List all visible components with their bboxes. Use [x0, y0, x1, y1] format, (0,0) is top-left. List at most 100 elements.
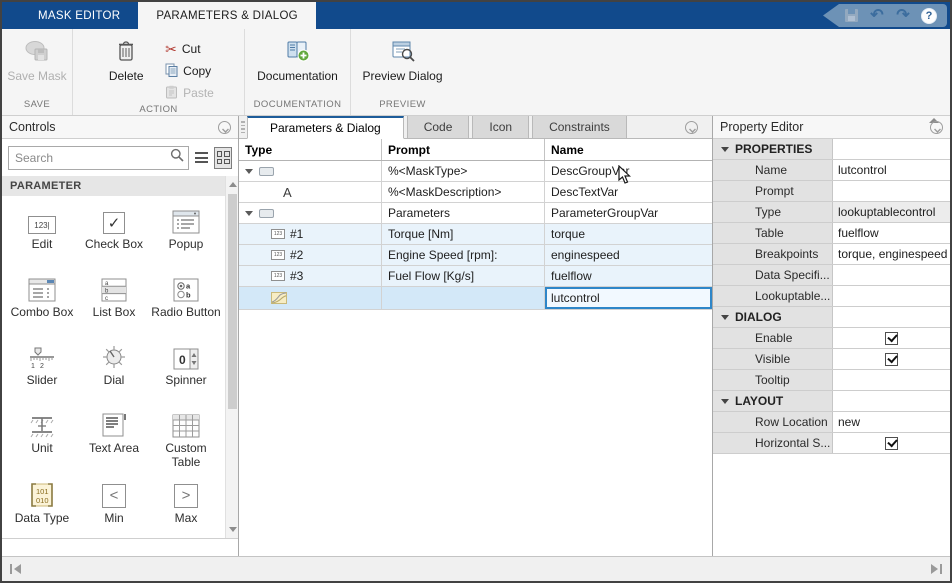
property-row-tooltip[interactable]: Tooltip	[713, 370, 950, 391]
collapse-left-panel-icon[interactable]	[10, 564, 21, 574]
property-value[interactable]	[833, 286, 950, 306]
column-header-type[interactable]: Type	[239, 139, 382, 160]
delete-button[interactable]: Delete	[97, 33, 155, 85]
parameter-section-header[interactable]: PARAMETER	[2, 176, 225, 196]
property-value[interactable]: lutcontrol	[833, 160, 950, 180]
property-row-table[interactable]: Table fuelflow	[713, 223, 950, 244]
tab-parameters-dialog[interactable]: PARAMETERS & DIALOG	[138, 2, 316, 29]
collapse-triangle-icon[interactable]	[245, 210, 253, 216]
property-value[interactable]: fuelflow	[833, 223, 950, 243]
control-spinner[interactable]: 0 Spinner	[150, 342, 222, 400]
property-row-type[interactable]: Type lookuptablecontrol	[713, 202, 950, 223]
section-layout[interactable]: LAYOUT	[713, 391, 950, 412]
property-row-breakpoints[interactable]: Breakpoints torque, enginespeed	[713, 244, 950, 265]
tab-parameters-and-dialog[interactable]: Parameters & Dialog	[247, 116, 404, 139]
collapse-panel-icon[interactable]	[930, 120, 943, 134]
undo-icon[interactable]: ↶	[869, 7, 885, 24]
cell-name[interactable]: fuelflow	[545, 266, 712, 286]
property-row-data-specification[interactable]: Data Specifi...	[713, 265, 950, 286]
cell-prompt[interactable]: Torque [Nm]	[382, 224, 545, 244]
checkbox-checked[interactable]	[885, 331, 898, 345]
table-row-torque[interactable]: 123 #1 Torque [Nm] torque	[239, 224, 712, 245]
property-value[interactable]	[833, 370, 950, 390]
drag-grip-icon[interactable]	[239, 116, 247, 138]
property-row-visible[interactable]: Visible	[713, 349, 950, 370]
property-row-prompt[interactable]: Prompt	[713, 181, 950, 202]
help-icon[interactable]: ?	[921, 7, 937, 24]
property-row-horizontal-stretch[interactable]: Horizontal S...	[713, 433, 950, 454]
control-dial[interactable]: Dial	[78, 342, 150, 400]
property-row-name[interactable]: Name lutcontrol	[713, 160, 950, 181]
cell-name-editing[interactable]: lutcontrol	[545, 287, 712, 309]
control-radio-button[interactable]: ab Radio Button	[150, 274, 222, 332]
section-properties[interactable]: PROPERTIES	[713, 139, 950, 160]
preview-dialog-button[interactable]: Preview Dialog	[357, 33, 448, 85]
table-row-lutcontrol[interactable]: lutcontrol	[239, 287, 712, 310]
table-row-desc-text[interactable]: A %<MaskDescription> DescTextVar	[239, 182, 712, 203]
search-input[interactable]	[15, 150, 170, 165]
save-icon[interactable]	[843, 8, 859, 24]
section-collapse-icon[interactable]	[721, 398, 729, 404]
copy-button[interactable]: Copy	[159, 60, 220, 82]
control-combo-box[interactable]: Combo Box	[6, 274, 78, 332]
property-value[interactable]: torque, enginespeed	[833, 244, 950, 264]
property-row-lookuptable[interactable]: Lookuptable...	[713, 286, 950, 307]
property-value[interactable]: new	[833, 412, 950, 432]
cell-name[interactable]: ParameterGroupVar	[545, 203, 712, 223]
cell-prompt[interactable]: Parameters	[382, 203, 545, 223]
grid-view-button[interactable]	[214, 146, 232, 169]
scroll-down-icon[interactable]	[226, 523, 238, 536]
cell-name[interactable]: enginespeed	[545, 245, 712, 265]
collapse-panel-icon[interactable]	[218, 120, 231, 134]
cell-name[interactable]: torque	[545, 224, 712, 244]
tab-icon[interactable]: Icon	[472, 116, 530, 138]
paste-button[interactable]: Paste	[159, 82, 220, 104]
control-data-type[interactable]: 101 010 Data Type	[6, 480, 78, 538]
documentation-button[interactable]: Documentation	[251, 33, 344, 85]
collapse-right-panel-icon[interactable]	[931, 564, 942, 574]
collapse-triangle-icon[interactable]	[245, 168, 253, 174]
cell-prompt[interactable]: %<MaskDescription>	[382, 182, 545, 202]
control-list-box[interactable]: abc List Box	[78, 274, 150, 332]
cell-prompt[interactable]: Engine Speed [rpm]:	[382, 245, 545, 265]
table-row-fuelflow[interactable]: 123 #3 Fuel Flow [Kg/s] fuelflow	[239, 266, 712, 287]
cell-prompt[interactable]: %<MaskType>	[382, 161, 545, 181]
collapse-toolstrip-icon[interactable]	[929, 101, 942, 123]
tab-code[interactable]: Code	[406, 116, 470, 138]
tab-mask-editor[interactable]: MASK EDITOR	[20, 2, 138, 29]
section-collapse-icon[interactable]	[721, 146, 729, 152]
control-min[interactable]: < Min	[78, 480, 150, 538]
control-unit[interactable]: Unit	[6, 410, 78, 470]
column-header-name[interactable]: Name	[545, 139, 712, 160]
checkbox-checked[interactable]	[885, 352, 898, 366]
property-row-row-location[interactable]: Row Location new	[713, 412, 950, 433]
property-row-enable[interactable]: Enable	[713, 328, 950, 349]
column-header-prompt[interactable]: Prompt	[382, 139, 545, 160]
cell-prompt[interactable]	[382, 287, 545, 309]
control-popup[interactable]: Popup	[150, 206, 222, 264]
section-dialog[interactable]: DIALOG	[713, 307, 950, 328]
controls-scrollbar[interactable]	[225, 176, 238, 538]
table-row-enginespeed[interactable]: 123 #2 Engine Speed [rpm]: enginespeed	[239, 245, 712, 266]
cell-prompt[interactable]: Fuel Flow [Kg/s]	[382, 266, 545, 286]
control-check-box[interactable]: ✓ Check Box	[78, 206, 150, 264]
scroll-up-icon[interactable]	[226, 178, 238, 191]
property-value[interactable]	[833, 181, 950, 201]
cut-button[interactable]: ✂ Cut	[159, 38, 220, 60]
control-text-area[interactable]: Text Area	[78, 410, 150, 470]
redo-icon[interactable]: ↷	[895, 7, 911, 24]
control-edit[interactable]: 123| Edit	[6, 206, 78, 264]
section-collapse-icon[interactable]	[721, 314, 729, 320]
table-row-desc-group[interactable]: %<MaskType> DescGroupVar	[239, 161, 712, 182]
control-max[interactable]: > Max	[150, 480, 222, 538]
control-custom-table[interactable]: Custom Table	[150, 410, 222, 470]
list-view-button[interactable]	[193, 147, 210, 169]
control-slider[interactable]: 12 Slider	[6, 342, 78, 400]
collapse-panel-icon[interactable]	[685, 121, 698, 134]
tab-constraints[interactable]: Constraints	[532, 116, 627, 138]
checkbox-checked[interactable]	[885, 436, 898, 450]
table-row-parameters-group[interactable]: Parameters ParameterGroupVar	[239, 203, 712, 224]
save-mask-button[interactable]: Save Mask	[7, 33, 67, 85]
property-value[interactable]	[833, 265, 950, 285]
cell-name[interactable]: DescTextVar	[545, 182, 712, 202]
